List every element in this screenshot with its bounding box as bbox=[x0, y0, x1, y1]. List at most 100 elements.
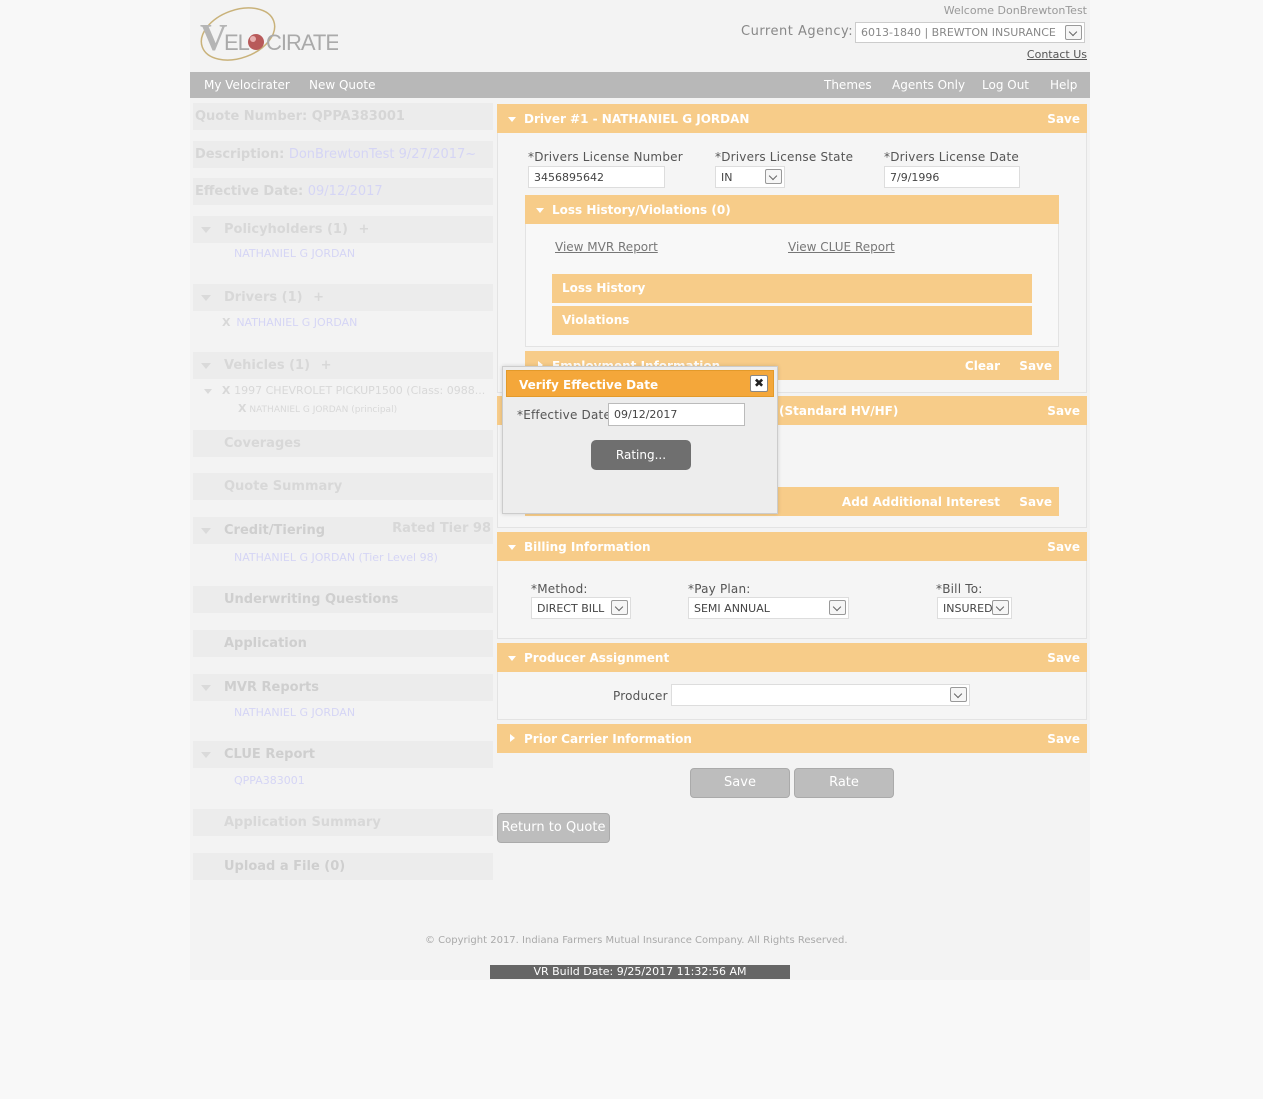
collapse-icon[interactable] bbox=[508, 117, 516, 122]
driver-panel-title: Driver #1 - NATHANIEL G JORDAN bbox=[524, 112, 750, 126]
sidebar-section-application-summary[interactable]: Application Summary bbox=[193, 809, 493, 836]
collapse-icon[interactable] bbox=[508, 656, 516, 661]
collapse-icon[interactable] bbox=[536, 208, 544, 213]
sidebar-section-mvr-reports[interactable]: MVR Reports bbox=[193, 674, 493, 701]
view-mvr-link[interactable]: View MVR Report bbox=[555, 240, 658, 254]
vehicle-link[interactable]: 1997 CHEVROLET PICKUP1500 (Class: 0988..… bbox=[234, 384, 485, 397]
rated-tier-value: Rated Tier 98 bbox=[392, 521, 491, 536]
add-additional-interest-button[interactable]: Add Additional Interest bbox=[842, 495, 1000, 509]
chevron-down-icon[interactable] bbox=[611, 600, 628, 615]
sidebar-section-underwriting[interactable]: Underwriting Questions bbox=[193, 586, 493, 613]
loss-history-header[interactable]: Loss History bbox=[552, 274, 1032, 303]
collapse-icon[interactable] bbox=[201, 363, 211, 369]
description-value[interactable]: DonBrewtonTest 9/27/2017~ bbox=[289, 147, 476, 162]
loss-panel-header[interactable]: Loss History/Violations (0) bbox=[525, 195, 1059, 224]
billto-value: INSURED bbox=[943, 602, 993, 615]
sidebar-section-clue-report[interactable]: CLUE Report bbox=[193, 741, 493, 768]
employment-save-button[interactable]: Save bbox=[1019, 359, 1052, 373]
mvr-reports-label: MVR Reports bbox=[224, 680, 319, 695]
collapse-icon[interactable] bbox=[201, 227, 211, 233]
driver-save-button[interactable]: Save bbox=[1047, 112, 1080, 126]
rating-button[interactable]: Rating... bbox=[591, 440, 691, 470]
vehicle-driver-item: X NATHANIEL G JORDAN (principal) bbox=[238, 402, 397, 415]
sidebar-section-coverages[interactable]: Coverages bbox=[193, 430, 493, 457]
violations-header[interactable]: Violations bbox=[552, 306, 1032, 335]
expand-icon[interactable] bbox=[510, 734, 515, 742]
delete-assignment-icon[interactable]: X bbox=[238, 402, 246, 415]
policyholder-link[interactable]: NATHANIEL G JORDAN bbox=[234, 247, 355, 260]
billto-select[interactable]: INSURED bbox=[937, 597, 1012, 619]
producer-save-button[interactable]: Save bbox=[1047, 651, 1080, 665]
chevron-down-icon[interactable] bbox=[992, 600, 1009, 615]
license-date-input[interactable]: 7/9/1996 bbox=[884, 166, 1020, 188]
chevron-down-icon[interactable] bbox=[765, 169, 782, 184]
sidebar-section-policyholders[interactable]: Policyholders (1) + bbox=[193, 216, 493, 243]
collapse-icon[interactable] bbox=[508, 545, 516, 550]
driver-item: X NATHANIEL G JORDAN bbox=[222, 315, 357, 329]
vehicle-item: X 1997 CHEVROLET PICKUP1500 (Class: 0988… bbox=[204, 383, 492, 397]
sidebar-section-quote-summary[interactable]: Quote Summary bbox=[193, 473, 493, 500]
chevron-down-icon[interactable] bbox=[1065, 25, 1082, 40]
nav-themes[interactable]: Themes bbox=[824, 78, 872, 92]
billing-save-button[interactable]: Save bbox=[1047, 540, 1080, 554]
producer-panel-header[interactable]: Producer Assignment Save bbox=[497, 643, 1087, 672]
vehicle-panel-title: (Standard HV/HF) bbox=[779, 404, 899, 418]
license-state-select[interactable]: IN bbox=[715, 166, 785, 188]
mvr-link[interactable]: NATHANIEL G JORDAN bbox=[234, 706, 355, 719]
nav-help[interactable]: Help bbox=[1050, 78, 1077, 92]
delete-vehicle-icon[interactable]: X bbox=[222, 384, 230, 397]
view-clue-link[interactable]: View CLUE Report bbox=[788, 240, 895, 254]
payplan-select[interactable]: SEMI ANNUAL bbox=[688, 597, 849, 619]
dialog-effective-date-input[interactable]: 09/12/2017 bbox=[608, 403, 745, 426]
method-label: *Method: bbox=[531, 582, 588, 596]
rate-button[interactable]: Rate bbox=[794, 768, 894, 798]
driver-link[interactable]: NATHANIEL G JORDAN bbox=[236, 316, 357, 329]
driver-panel-header[interactable]: Driver #1 - NATHANIEL G JORDAN Save bbox=[497, 104, 1087, 133]
add-driver-icon[interactable]: + bbox=[313, 290, 324, 305]
nav-my-velocirater[interactable]: My Velocirater bbox=[204, 78, 290, 92]
add-policyholder-icon[interactable]: + bbox=[358, 222, 369, 237]
employment-clear-button[interactable]: Clear bbox=[965, 359, 1000, 373]
vehicle-driver-link[interactable]: NATHANIEL G JORDAN (principal) bbox=[249, 405, 397, 415]
collapse-icon[interactable] bbox=[204, 389, 212, 394]
loss-history-title: Loss History bbox=[562, 281, 646, 295]
chevron-down-icon[interactable] bbox=[829, 600, 846, 615]
sidebar-section-upload-file[interactable]: Upload a File (0) bbox=[193, 853, 493, 880]
return-to-quote-button[interactable]: Return to Quote bbox=[497, 813, 610, 843]
sidebar-section-application[interactable]: Application bbox=[193, 630, 493, 657]
dialog-title: Verify Effective Date bbox=[519, 378, 659, 392]
collapse-icon[interactable] bbox=[201, 528, 211, 534]
agency-select[interactable]: 6013-1840 | BREWTON INSURANCE bbox=[855, 22, 1085, 43]
method-select[interactable]: DIRECT BILL bbox=[531, 597, 631, 619]
billing-panel-title: Billing Information bbox=[524, 540, 651, 554]
nav-log-out[interactable]: Log Out bbox=[982, 78, 1029, 92]
close-icon[interactable]: ✖ bbox=[750, 375, 768, 392]
vehicle-save-button[interactable]: Save bbox=[1047, 404, 1080, 418]
license-number-input[interactable]: 3456895642 bbox=[528, 166, 665, 188]
sidebar-section-drivers[interactable]: Drivers (1) + bbox=[193, 284, 493, 311]
credit-link[interactable]: NATHANIEL G JORDAN (Tier Level 98) bbox=[234, 551, 438, 564]
clue-link[interactable]: QPPA383001 bbox=[234, 774, 305, 787]
interest-save-button[interactable]: Save bbox=[1019, 495, 1052, 509]
sidebar-section-credit-tiering[interactable]: Credit/Tiering Rated Tier 98 bbox=[193, 517, 493, 544]
nav-agents-only[interactable]: Agents Only bbox=[892, 78, 965, 92]
payplan-value: SEMI ANNUAL bbox=[694, 602, 770, 615]
velocirater-logo[interactable]: V EL CIRATER bbox=[196, 4, 355, 66]
sidebar-section-vehicles[interactable]: Vehicles (1) + bbox=[193, 352, 493, 379]
collapse-icon[interactable] bbox=[201, 295, 211, 301]
add-vehicle-icon[interactable]: + bbox=[321, 358, 332, 373]
prior-carrier-panel-header[interactable]: Prior Carrier Information Save bbox=[497, 724, 1087, 753]
save-button[interactable]: Save bbox=[690, 768, 790, 798]
billing-panel-header[interactable]: Billing Information Save bbox=[497, 532, 1087, 561]
collapse-icon[interactable] bbox=[201, 685, 211, 691]
agency-value: 6013-1840 | BREWTON INSURANCE bbox=[861, 26, 1056, 39]
effective-date-value[interactable]: 09/12/2017 bbox=[308, 184, 383, 199]
nav-new-quote[interactable]: New Quote bbox=[309, 78, 375, 92]
prior-carrier-save-button[interactable]: Save bbox=[1047, 732, 1080, 746]
contact-us-link[interactable]: Contact Us bbox=[1027, 48, 1087, 61]
violations-title: Violations bbox=[562, 313, 630, 327]
producer-select[interactable] bbox=[671, 684, 970, 706]
chevron-down-icon[interactable] bbox=[950, 687, 967, 702]
delete-driver-icon[interactable]: X bbox=[222, 316, 230, 329]
collapse-icon[interactable] bbox=[201, 752, 211, 758]
